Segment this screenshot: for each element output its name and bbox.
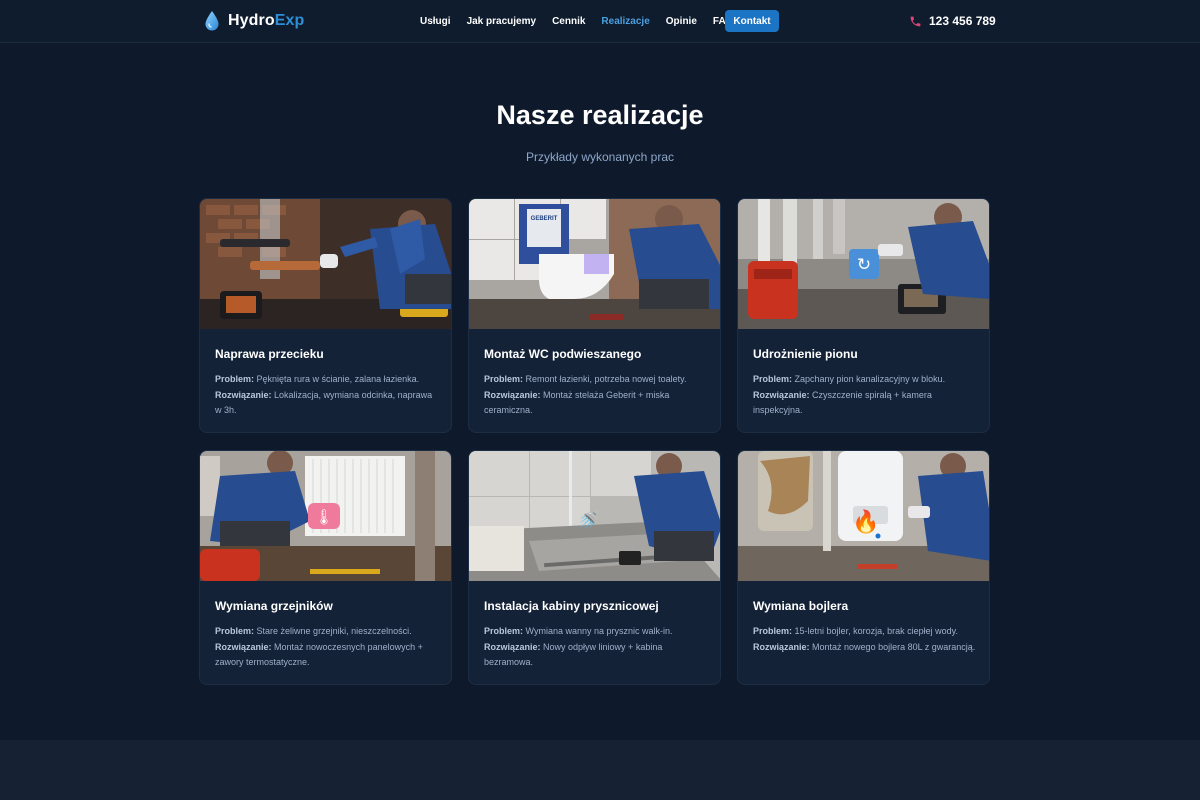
- solution-label: Rozwiązanie:: [215, 641, 272, 652]
- problem-text: Pęknięta rura w ścianie, zalana łazienka…: [256, 374, 420, 384]
- card-description: Problem: Remont łazienki, potrzeba nowej…: [484, 372, 710, 419]
- logo-main: Hydro: [228, 12, 275, 29]
- project-photo: ↻: [738, 199, 989, 329]
- logo[interactable]: HydroExp: [204, 10, 304, 32]
- nav-link-uslugi[interactable]: Usługi: [420, 16, 451, 27]
- refresh-icon: ↻: [857, 255, 871, 275]
- card-title: Instalacja kabiny prysznicowej: [484, 599, 659, 613]
- problem-text: Remont łazienki, potrzeba nowej toalety.: [525, 374, 687, 384]
- card-description: Problem: Pęknięta rura w ścianie, zalana…: [215, 372, 441, 419]
- solution-text: Montaż nowego bojlera 80L z gwarancją.: [812, 641, 976, 652]
- card-title: Montaż WC podwieszanego: [484, 347, 642, 361]
- next-section-band: [0, 740, 1200, 800]
- boiler-replacement-photo: 🔥: [738, 451, 989, 581]
- phone-link[interactable]: 123 456 789: [909, 12, 996, 30]
- contact-button[interactable]: Kontakt: [725, 10, 779, 32]
- flame-icon: 🔥: [852, 509, 879, 535]
- shower-install-photo: 🚿: [469, 451, 720, 581]
- water-drop-icon: [205, 11, 219, 31]
- solution-label: Rozwiązanie:: [484, 389, 541, 400]
- solution-label: Rozwiązanie:: [484, 641, 541, 652]
- solution-label: Rozwiązanie:: [215, 389, 272, 400]
- leak-repair-photo: [200, 199, 451, 329]
- card-description: Problem: Wymiana wanny na prysznic walk-…: [484, 624, 710, 671]
- problem-label: Problem:: [484, 374, 524, 384]
- card-title: Naprawa przecieku: [215, 347, 324, 361]
- problem-text: Wymiana wanny na prysznic walk-in.: [525, 626, 673, 636]
- card-title: Udrożnienie pionu: [753, 347, 858, 361]
- logo-text: HydroExp: [228, 12, 304, 30]
- logo-accent: Exp: [274, 12, 305, 29]
- problem-text: 15-letni bojler, korozja, brak ciepłej w…: [794, 626, 958, 636]
- wc-install-photo: GEBERIT: [469, 199, 720, 329]
- project-card-leak-repair[interactable]: Naprawa przecieku Problem: Pęknięta rura…: [199, 198, 452, 433]
- solution-label: Rozwiązanie:: [753, 389, 810, 400]
- problem-text: Zapchany pion kanalizacyjny w bloku.: [794, 374, 946, 384]
- project-photo: 🚿: [469, 451, 720, 581]
- phone-number: 123 456 789: [929, 14, 996, 28]
- phone-icon: [910, 16, 921, 26]
- card-title: Wymiana bojlera: [753, 599, 849, 613]
- nav-link-realizacje[interactable]: Realizacje: [601, 16, 649, 27]
- nav-link-opinie[interactable]: Opinie: [666, 16, 697, 27]
- drain-unclog-photo: ↻: [738, 199, 989, 329]
- project-card-drain-unclog[interactable]: ↻ Udrożnienie pionu Problem: Zapchany pi…: [737, 198, 990, 433]
- card-description: Problem: 15-letni bojler, korozja, brak …: [753, 624, 979, 655]
- problem-label: Problem:: [753, 626, 793, 636]
- project-photo: 🔥: [738, 451, 989, 581]
- shower-icon: 🚿: [578, 509, 600, 531]
- card-description: Problem: Stare żeliwne grzejniki, nieszc…: [215, 624, 441, 671]
- main-nav: Usługi Jak pracujemy Cennik Realizacje O…: [420, 10, 733, 32]
- project-card-wc-install[interactable]: GEBERIT Montaż WC podwieszanego Problem:…: [468, 198, 721, 433]
- problem-label: Problem:: [753, 374, 793, 384]
- radiator-replacement-photo: 🌡: [200, 451, 451, 581]
- card-title: Wymiana grzejników: [215, 599, 333, 613]
- problem-label: Problem:: [215, 374, 255, 384]
- project-card-boiler-replacement[interactable]: 🔥 Wymiana bojlera Problem: 15-letni bojl…: [737, 450, 990, 685]
- solution-label: Rozwiązanie:: [753, 641, 810, 652]
- problem-label: Problem:: [484, 626, 524, 636]
- project-photo: GEBERIT: [469, 199, 720, 329]
- geberit-label: GEBERIT: [531, 216, 558, 222]
- project-photo: 🌡: [200, 451, 451, 581]
- project-card-radiator-replacement[interactable]: 🌡 Wymiana grzejników Problem: Stare żeli…: [199, 450, 452, 685]
- thermometer-icon: 🌡: [314, 508, 333, 526]
- nav-link-jak-pracujemy[interactable]: Jak pracujemy: [467, 16, 537, 27]
- section-subtitle: Przykłady wykonanych prac: [525, 150, 675, 164]
- section-title: Nasze realizacje: [496, 100, 704, 130]
- card-description: Problem: Zapchany pion kanalizacyjny w b…: [753, 372, 979, 419]
- site-header: HydroExp Usługi Jak pracujemy Cennik Rea…: [0, 0, 1200, 43]
- project-photo: [200, 199, 451, 329]
- problem-text: Stare żeliwne grzejniki, nieszczelności.: [256, 626, 412, 636]
- problem-label: Problem:: [215, 626, 255, 636]
- project-card-shower-install[interactable]: 🚿 Instalacja kabiny prysznicowej Problem…: [468, 450, 721, 685]
- nav-link-cennik[interactable]: Cennik: [552, 16, 585, 27]
